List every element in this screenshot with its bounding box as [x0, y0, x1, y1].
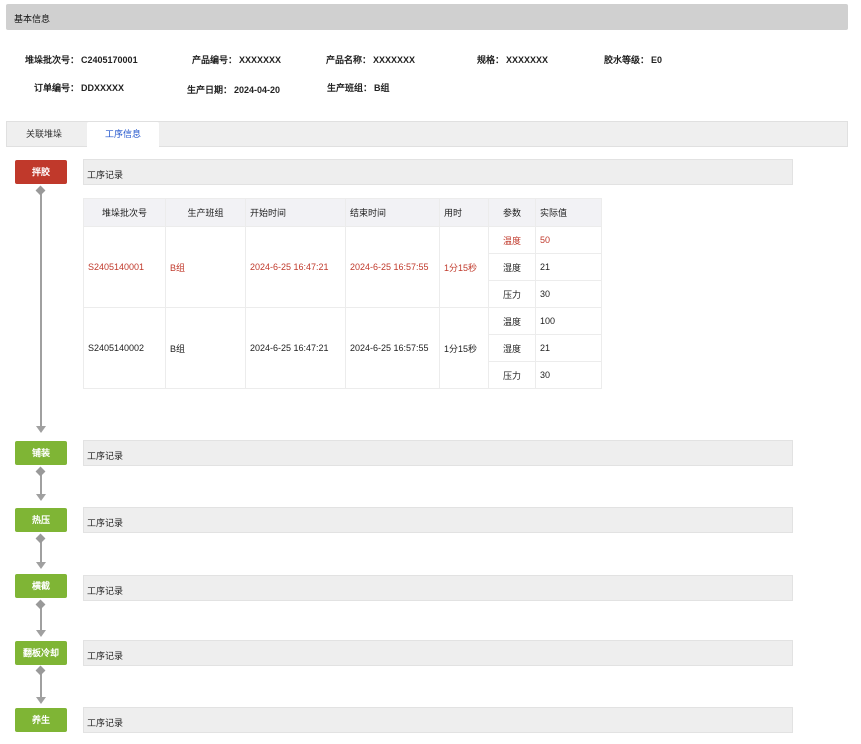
step-paving-button[interactable]: 铺装	[15, 441, 67, 465]
info-team-label: 生产班组：	[327, 83, 373, 93]
timeline-diamond-4	[35, 599, 46, 610]
timeline-line-4	[40, 607, 42, 630]
info-product-code-value: XXXXXXX	[239, 55, 282, 65]
step-paving-record-bar[interactable]: 工序记录	[83, 440, 793, 466]
table-row: S2405140001 B组 2024-6-25 16:47:21 2024-6…	[83, 226, 602, 308]
row2-param-1-value: 100	[535, 307, 602, 335]
step-cooling-record-label: 工序记录	[87, 651, 124, 661]
row2-end: 2024-6-25 16:57:55	[345, 307, 440, 389]
timeline-diamond-5	[35, 665, 46, 676]
step-cooling-record-bar[interactable]: 工序记录	[83, 640, 793, 666]
info-date: 生产日期： 2024-04-20	[187, 83, 280, 96]
info-batch: 堆垛批次号： C2405170001	[25, 53, 138, 66]
row2-duration: 1分15秒	[439, 307, 489, 389]
step-hotpress-record-label: 工序记录	[87, 518, 124, 528]
row2-param-2-value: 21	[535, 334, 602, 362]
timeline-arrow-2	[36, 494, 46, 501]
row1-param-1-value: 50	[535, 226, 602, 254]
row2-param-3-value: 30	[535, 361, 602, 389]
info-spec-value: XXXXXXX	[506, 55, 549, 65]
tab-bar: 关联堆垛 工序信息	[6, 121, 848, 147]
row2-param-3-name: 压力	[488, 361, 536, 389]
timeline-line-5	[40, 673, 42, 697]
step-mixing-record-bar[interactable]: 工序记录	[83, 159, 793, 185]
step-hotpress-button[interactable]: 热压	[15, 508, 67, 532]
row2-batch: S2405140002	[83, 307, 166, 389]
col-header-param: 参数	[488, 198, 536, 227]
table-header-row: 堆垛批次号 生产班组 开始时间 结束时间 用时 参数 实际值	[83, 198, 602, 227]
col-header-team: 生产班组	[165, 198, 246, 227]
row1-param-2-name: 湿度	[488, 253, 536, 281]
info-product-name-value: XXXXXXX	[373, 55, 416, 65]
timeline-diamond-3	[35, 533, 46, 544]
step-crosscut-record-label: 工序记录	[87, 586, 124, 596]
info-team-value: B组	[374, 83, 390, 93]
info-product-code-label: 产品编号：	[192, 55, 238, 65]
row2-start: 2024-6-25 16:47:21	[245, 307, 346, 389]
col-header-duration: 用时	[439, 198, 489, 227]
info-glue-grade: 胶水等级： E0	[604, 53, 662, 66]
timeline-line-1	[40, 193, 42, 426]
info-team: 生产班组： B组	[327, 81, 390, 94]
step-curing-record-bar[interactable]: 工序记录	[83, 707, 793, 733]
row1-param-2-value: 21	[535, 253, 602, 281]
info-order-value: DDXXXXX	[81, 83, 125, 93]
timeline-arrow-4	[36, 630, 46, 637]
row2-param-2-name: 湿度	[488, 334, 536, 362]
row1-param-3-value: 30	[535, 280, 602, 308]
step-paving-record-label: 工序记录	[87, 451, 124, 461]
col-header-value: 实际值	[535, 198, 602, 227]
process-table: 堆垛批次号 生产班组 开始时间 结束时间 用时 参数 实际值 S24051400…	[83, 198, 602, 389]
info-order: 订单编号： DDXXXXX	[34, 81, 124, 94]
timeline-arrow-3	[36, 562, 46, 569]
row1-param-1-name: 温度	[488, 226, 536, 254]
info-date-label: 生产日期：	[187, 85, 233, 95]
info-product-name: 产品名称： XXXXXXX	[326, 53, 415, 66]
timeline-diamond-2	[35, 466, 46, 477]
basic-info-title: 基本信息	[14, 14, 51, 24]
col-header-end: 结束时间	[345, 198, 440, 227]
step-curing-record-label: 工序记录	[87, 718, 124, 728]
step-mixing-button[interactable]: 拌胶	[15, 160, 67, 184]
info-batch-value: C2405170001	[81, 55, 138, 65]
info-glue-grade-label: 胶水等级：	[604, 55, 650, 65]
step-hotpress-record-bar[interactable]: 工序记录	[83, 507, 793, 533]
info-glue-grade-value: E0	[651, 55, 663, 65]
basic-info-header: 基本信息	[6, 4, 848, 30]
row2-param-1-name: 温度	[488, 307, 536, 335]
info-order-label: 订单编号：	[34, 83, 80, 93]
step-crosscut-record-bar[interactable]: 工序记录	[83, 575, 793, 601]
step-curing-button[interactable]: 养生	[15, 708, 67, 732]
step-mixing-record-label: 工序记录	[87, 170, 124, 180]
info-spec: 规格： XXXXXXX	[477, 53, 548, 66]
step-crosscut-button[interactable]: 横截	[15, 574, 67, 598]
step-cooling-button[interactable]: 翻板冷却	[15, 641, 67, 665]
row1-batch: S2405140001	[83, 226, 166, 308]
timeline-arrow-5	[36, 697, 46, 704]
tab-related-stack[interactable]: 关联堆垛	[7, 122, 81, 147]
info-date-value: 2024-04-20	[234, 85, 281, 95]
row1-team: B组	[165, 226, 246, 308]
row1-start: 2024-6-25 16:47:21	[245, 226, 346, 308]
info-spec-label: 规格：	[477, 55, 505, 65]
col-header-batch: 堆垛批次号	[83, 198, 166, 227]
col-header-start: 开始时间	[245, 198, 346, 227]
tab-process-info[interactable]: 工序信息	[87, 122, 159, 147]
timeline-line-2	[40, 474, 42, 494]
row1-param-3-name: 压力	[488, 280, 536, 308]
timeline-line-3	[40, 541, 42, 562]
row2-team: B组	[165, 307, 246, 389]
info-batch-label: 堆垛批次号：	[25, 55, 80, 65]
timeline-arrow-1	[36, 426, 46, 433]
info-product-name-label: 产品名称：	[326, 55, 372, 65]
row1-end: 2024-6-25 16:57:55	[345, 226, 440, 308]
table-row: S2405140002 B组 2024-6-25 16:47:21 2024-6…	[83, 307, 602, 389]
timeline-diamond-1	[35, 185, 46, 196]
info-product-code: 产品编号： XXXXXXX	[192, 53, 281, 66]
row1-duration: 1分15秒	[439, 226, 489, 308]
